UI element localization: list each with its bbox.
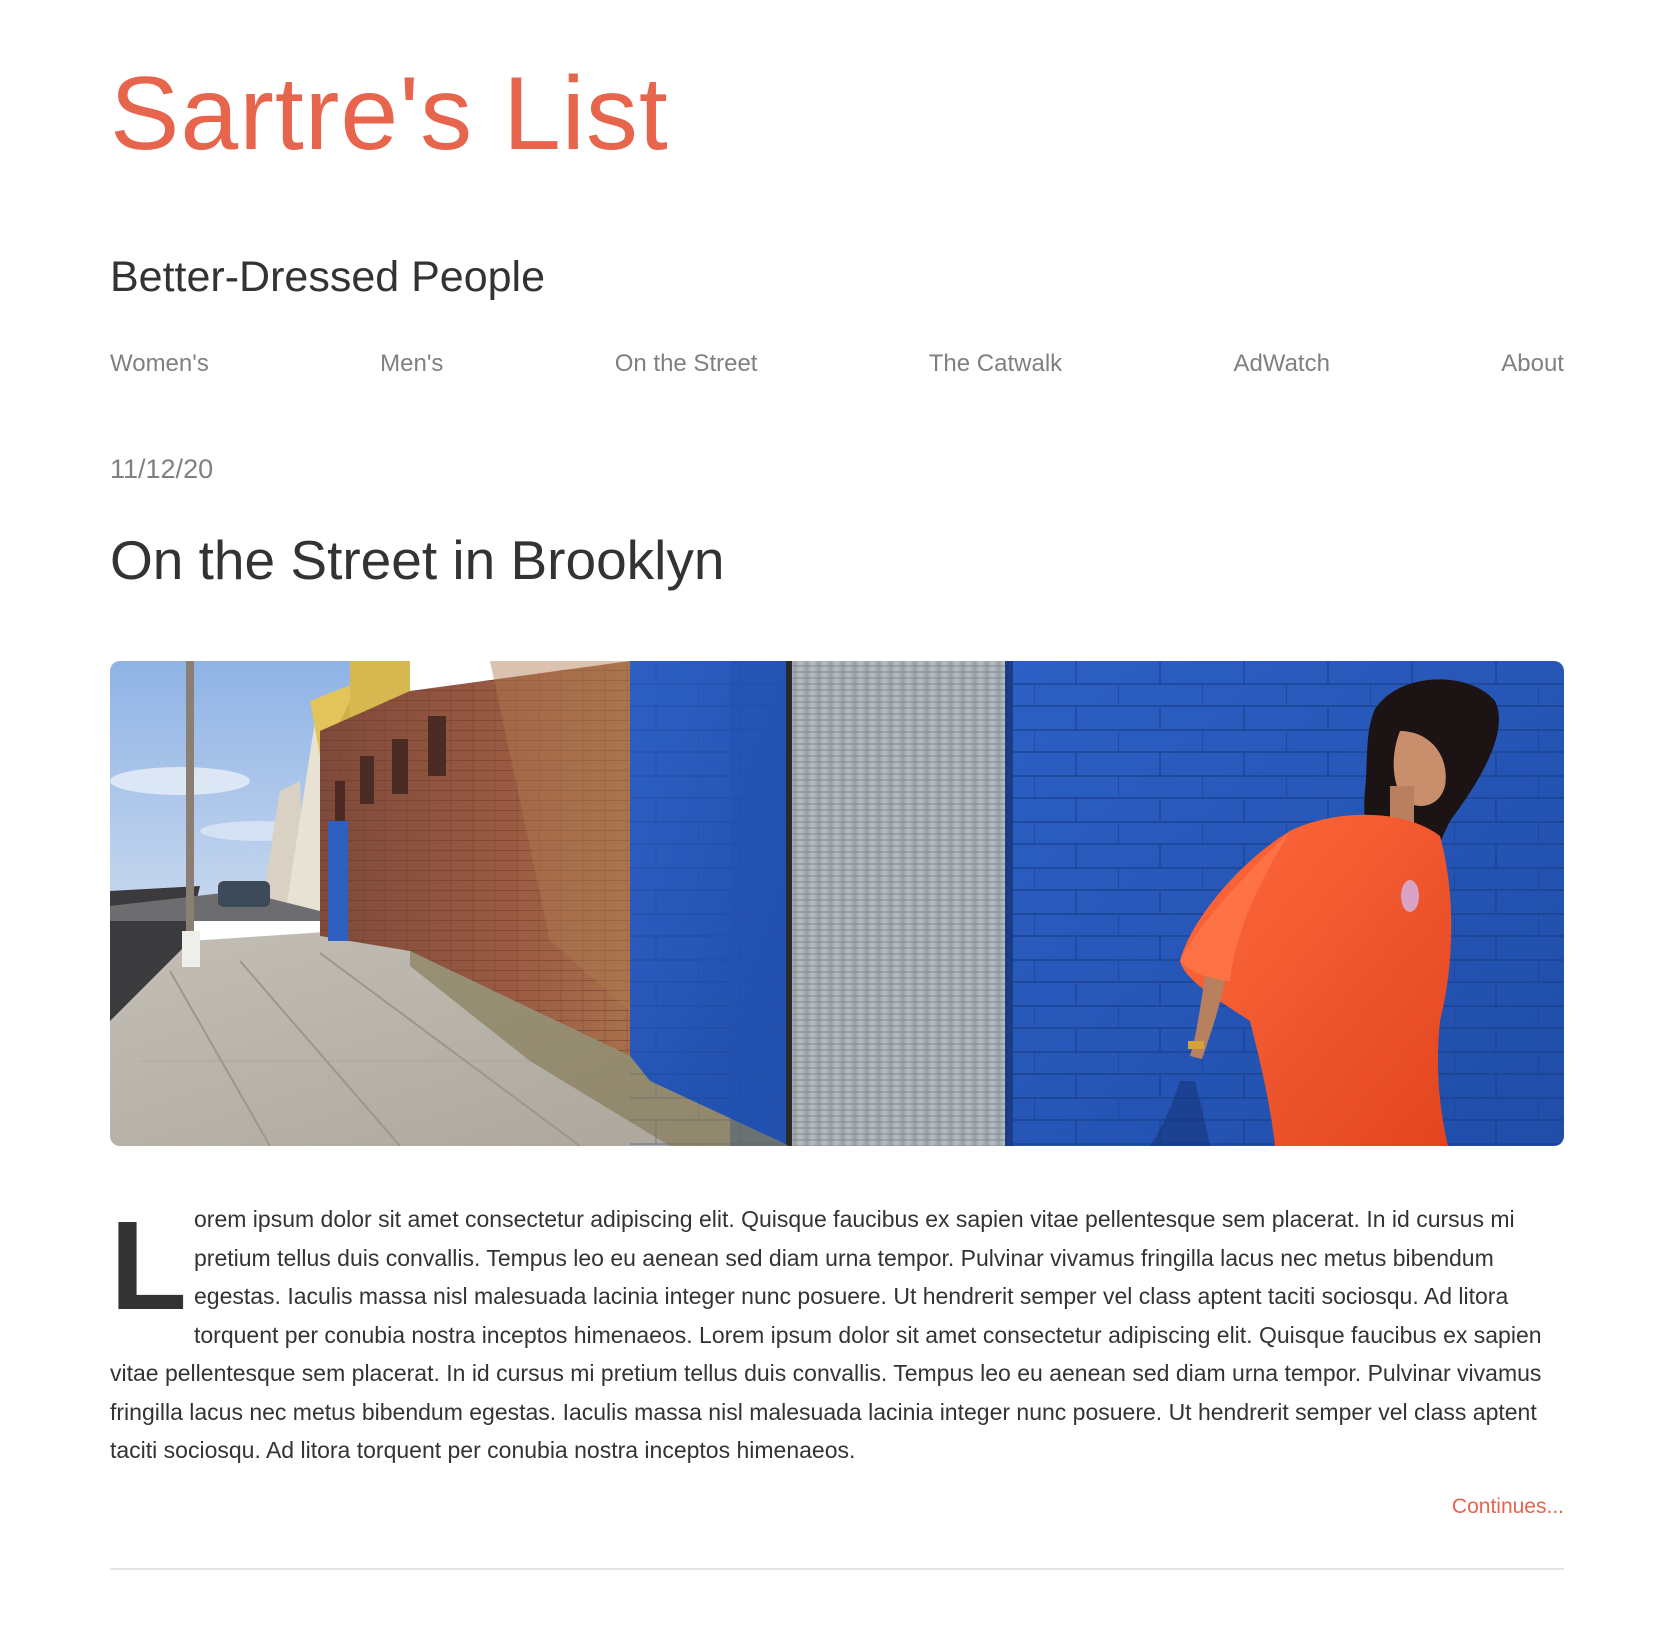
continue-reading-link[interactable]: Continues... xyxy=(1452,1496,1564,1517)
nav-item-the-catwalk: The Catwalk xyxy=(929,352,1062,376)
nav-item-about: About xyxy=(1501,352,1564,376)
nav-link-the-catwalk[interactable]: The Catwalk xyxy=(929,350,1062,377)
nav-link-about[interactable]: About xyxy=(1501,350,1564,377)
site-tagline: Better-Dressed People xyxy=(110,253,545,301)
nav-item-mens: Men's xyxy=(380,352,443,376)
post-excerpt: Lorem ipsum dolor sit amet consectetur a… xyxy=(110,1200,1564,1470)
nav-link-adwatch[interactable]: AdWatch xyxy=(1233,350,1329,377)
post-date: 11/12/20 xyxy=(110,454,214,484)
nav-link-mens[interactable]: Men's xyxy=(380,350,443,377)
post-excerpt-text: orem ipsum dolor sit amet consectetur ad… xyxy=(110,1206,1542,1463)
post-title[interactable]: On the Street in Brooklyn xyxy=(110,533,724,588)
hero-photo-illustration xyxy=(110,661,1564,1146)
post-divider xyxy=(110,1568,1564,1570)
nav-link-womens[interactable]: Women's xyxy=(110,350,209,377)
nav-item-adwatch: AdWatch xyxy=(1233,352,1329,376)
nav-link-on-the-street[interactable]: On the Street xyxy=(615,350,758,377)
post-hero-image[interactable] xyxy=(110,661,1564,1146)
nav-item-on-the-street: On the Street xyxy=(615,352,758,376)
site-title[interactable]: Sartre's List xyxy=(110,62,669,166)
nav-item-womens: Women's xyxy=(110,352,209,376)
main-nav: Women's Men's On the Street The Catwalk … xyxy=(110,352,1564,376)
drop-cap-letter: L xyxy=(110,1195,187,1336)
